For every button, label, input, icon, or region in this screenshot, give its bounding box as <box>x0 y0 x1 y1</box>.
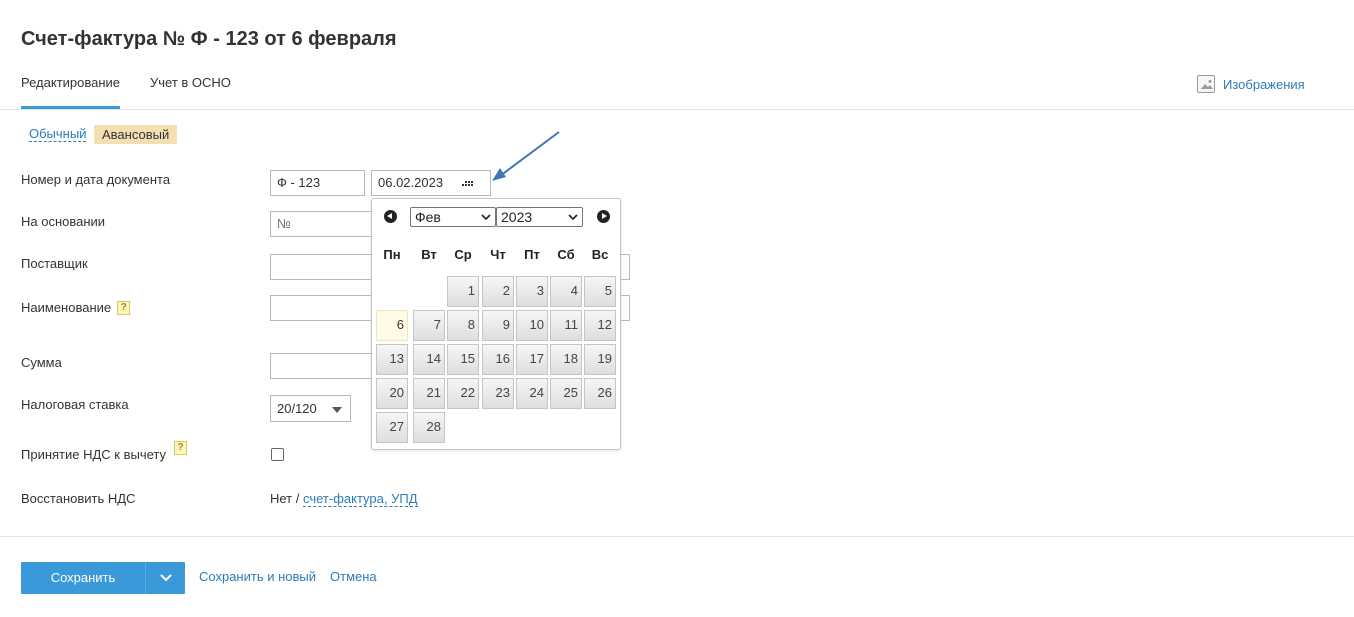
calendar-day[interactable]: 14 <box>413 344 445 375</box>
calendar-day[interactable]: 16 <box>482 344 514 375</box>
calendar-day[interactable]: 7 <box>413 310 445 341</box>
calendar-day[interactable]: 23 <box>482 378 514 409</box>
weekday-header: Чт <box>490 247 506 262</box>
doc-date-value: 06.02.2023 <box>378 175 444 190</box>
images-link[interactable]: Изображения <box>1197 75 1305 93</box>
calendar-day[interactable]: 24 <box>516 378 548 409</box>
calendar-day[interactable]: 19 <box>584 344 616 375</box>
calendar-day[interactable]: 20 <box>376 378 408 409</box>
tax-rate-value: 20/120 <box>277 401 317 416</box>
restore-vat-link[interactable]: счет-фактура, УПД <box>302 491 418 507</box>
help-icon[interactable]: ? <box>117 300 131 315</box>
calendar-day[interactable]: 5 <box>584 276 616 307</box>
vat-deduction-checkbox[interactable] <box>271 448 284 461</box>
weekday-header: Вс <box>591 247 609 262</box>
weekday-header: Пн <box>383 247 401 262</box>
calendar-icon[interactable] <box>462 180 473 187</box>
calendar-day[interactable]: 28 <box>413 412 445 443</box>
calendar-day[interactable]: 2 <box>482 276 514 307</box>
basis-label: На основании <box>21 214 106 229</box>
type-regular-link[interactable]: Обычный <box>29 126 87 142</box>
chevron-down-icon <box>160 574 172 582</box>
save-button-group: Сохранить <box>21 562 185 594</box>
month-select[interactable]: Фев <box>410 207 496 227</box>
amount-label: Сумма <box>21 355 62 370</box>
name-label-group: Наименование ? <box>21 300 131 315</box>
cancel-link[interactable]: Отмена <box>330 569 377 584</box>
weekday-header: Пт <box>524 247 540 262</box>
amount-input[interactable] <box>270 353 380 379</box>
year-select-value: 2023 <box>501 209 533 225</box>
tab-editing[interactable]: Редактирование <box>21 75 120 90</box>
calendar-day[interactable]: 11 <box>550 310 582 341</box>
calendar-day[interactable]: 26 <box>584 378 616 409</box>
save-and-new-link[interactable]: Сохранить и новый <box>199 569 316 584</box>
prev-month-icon[interactable] <box>384 210 397 223</box>
save-options-dropdown[interactable] <box>146 562 185 594</box>
dropdown-arrow-icon <box>332 407 342 413</box>
basis-input[interactable]: № <box>270 211 380 237</box>
calendar-day[interactable]: 18 <box>550 344 582 375</box>
datepicker-popup: Фев 2023 Пн Вт Ср Чт Пт Сб Вс 1 2 3 4 5 6 7 8 9 10 11 12 13… <box>371 198 621 450</box>
calendar-day[interactable]: 22 <box>447 378 479 409</box>
tax-rate-select[interactable]: 20/120 <box>270 395 351 422</box>
next-month-icon[interactable] <box>597 210 610 223</box>
doc-number-date-label: Номер и дата документа <box>21 172 171 187</box>
calendar-day[interactable]: 8 <box>447 310 479 341</box>
calendar-day[interactable]: 17 <box>516 344 548 375</box>
calendar-day[interactable]: 13 <box>376 344 408 375</box>
calendar-day-today[interactable]: 6 <box>376 310 408 341</box>
image-icon <box>1197 75 1215 93</box>
calendar-day[interactable]: 25 <box>550 378 582 409</box>
month-select-value: Фев <box>415 209 441 225</box>
weekday-header: Вт <box>421 247 437 262</box>
calendar-day[interactable]: 15 <box>447 344 479 375</box>
calendar-day[interactable]: 21 <box>413 378 445 409</box>
calendar-day[interactable]: 12 <box>584 310 616 341</box>
year-select[interactable]: 2023 <box>496 207 583 227</box>
calendar-day[interactable]: 9 <box>482 310 514 341</box>
vat-deduction-label-group: Принятие НДС к вычету ? <box>21 441 188 462</box>
annotation-arrow-icon <box>492 131 560 181</box>
chevron-down-icon <box>568 214 578 221</box>
calendar-day[interactable]: 4 <box>550 276 582 307</box>
save-button[interactable]: Сохранить <box>21 562 145 594</box>
tab-osno-accounting[interactable]: Учет в ОСНО <box>150 75 231 90</box>
name-label: Наименование <box>21 300 112 315</box>
calendar-day[interactable]: 1 <box>447 276 479 307</box>
tax-rate-label: Налоговая ставка <box>21 397 129 412</box>
supplier-label: Поставщик <box>21 256 88 271</box>
images-link-label: Изображения <box>1223 76 1305 92</box>
weekday-header: Сб <box>557 247 575 262</box>
calendar-day[interactable]: 27 <box>376 412 408 443</box>
vat-deduction-label: Принятие НДС к вычету <box>21 447 167 462</box>
doc-date-input[interactable]: 06.02.2023 <box>371 170 491 196</box>
calendar-day[interactable]: 3 <box>516 276 548 307</box>
restore-vat-label: Восстановить НДС <box>21 491 136 506</box>
weekday-header: Ср <box>454 247 472 262</box>
help-icon[interactable]: ? <box>174 441 188 455</box>
footer-divider <box>0 536 1354 537</box>
chevron-down-icon <box>481 214 491 221</box>
tabs-divider <box>0 109 1354 110</box>
restore-vat-status: Нет / <box>270 491 303 506</box>
type-advance-selected[interactable]: Авансовый <box>94 125 178 144</box>
restore-vat-value: Нет / счет-фактура, УПД <box>270 491 418 507</box>
calendar-day[interactable]: 10 <box>516 310 548 341</box>
page-title: Счет-фактура № Ф - 123 от 6 февраля <box>21 28 397 50</box>
doc-number-input[interactable]: Ф - 123 <box>270 170 365 196</box>
